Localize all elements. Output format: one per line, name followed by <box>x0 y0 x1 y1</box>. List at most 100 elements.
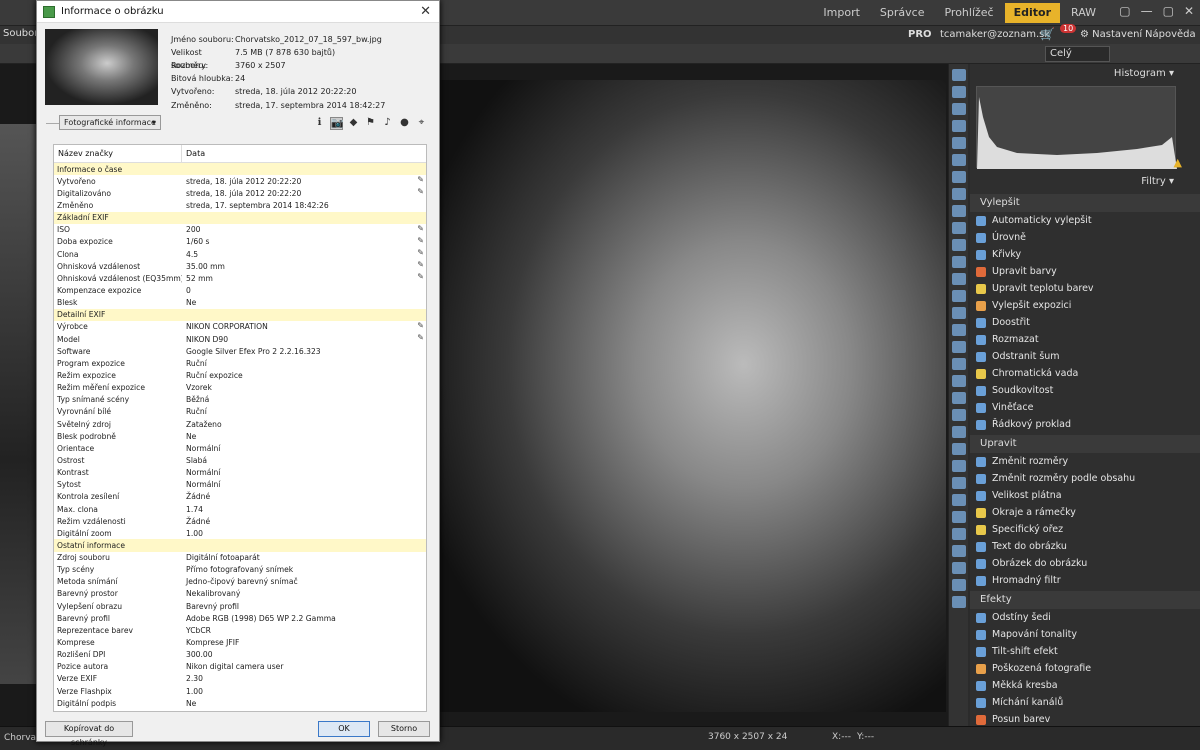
edit-icon[interactable]: ✎ <box>417 248 424 257</box>
sound-icon[interactable]: ♪ <box>381 117 394 130</box>
table-row[interactable]: Digitální zoom 1.00 <box>54 527 426 539</box>
filter-item[interactable]: Text do obrázku <box>970 538 1200 555</box>
tool-icon[interactable] <box>952 562 966 574</box>
table-group-row[interactable]: Ostatní informace <box>54 539 426 552</box>
tool-icon[interactable] <box>952 341 966 353</box>
table-row[interactable]: Kontrast Normální <box>54 467 426 479</box>
table-row[interactable]: Reprezentace barev YCbCR <box>54 624 426 636</box>
col-data[interactable]: Data <box>182 149 205 158</box>
filter-item[interactable]: Viněťace <box>970 399 1200 416</box>
filter-item[interactable]: Mapování tonality <box>970 626 1200 643</box>
table-row[interactable]: Kompenzace expozice 0 <box>54 284 426 296</box>
table-row[interactable]: Verze EXIF 2.30 <box>54 673 426 685</box>
edit-icon[interactable]: ✎ <box>417 224 424 233</box>
tool-icon[interactable] <box>952 86 966 98</box>
section-header[interactable]: Vylepšit <box>970 194 1200 212</box>
filter-item[interactable]: Upravit teplotu barev <box>970 280 1200 297</box>
table-row[interactable]: Sytost Normální <box>54 479 426 491</box>
keyword-icon[interactable]: ⚑ <box>364 117 377 130</box>
tool-icon[interactable] <box>952 460 966 472</box>
tool-icon[interactable] <box>952 409 966 421</box>
table-row[interactable]: Vylepšení obrazu Barevný profil <box>54 600 426 612</box>
filter-item[interactable]: Okraje a rámečky <box>970 504 1200 521</box>
filter-item[interactable]: Míchání kanálů <box>970 694 1200 711</box>
filter-item[interactable]: Úrovně <box>970 229 1200 246</box>
tool-icon[interactable] <box>952 256 966 268</box>
tab-import[interactable]: Import <box>814 3 869 23</box>
table-row[interactable]: Metoda snímání Jedno-čipový barevný sníma… <box>54 576 426 588</box>
filter-item[interactable]: Tilt-shift efekt <box>970 643 1200 660</box>
edit-icon[interactable]: ✎ <box>417 175 424 184</box>
copy-to-clipboard-button[interactable]: Kopírovat do schránky <box>45 721 133 747</box>
col-tag-name[interactable]: Název značky <box>54 145 182 163</box>
edit-icon[interactable]: ✎ <box>417 260 424 269</box>
tool-icon[interactable] <box>952 307 966 319</box>
filter-item[interactable]: Odstíny šedi <box>970 609 1200 626</box>
table-row[interactable]: Režim vzdálenosti Žádné <box>54 515 426 527</box>
filter-item[interactable]: Poškozená fotografie <box>970 660 1200 677</box>
table-row[interactable]: Blesk Ne <box>54 297 426 309</box>
tool-icon[interactable] <box>952 205 966 217</box>
table-row[interactable]: Vytvořeno streda, 18. júla 2012 20:22:20 ✎ <box>54 175 426 187</box>
location-icon[interactable]: ⌖ <box>415 117 428 130</box>
filter-item[interactable]: Chromatická vada <box>970 365 1200 382</box>
table-row[interactable]: Doba expozice 1/60 s ✎ <box>54 236 426 248</box>
tool-icon[interactable] <box>952 477 966 489</box>
table-row[interactable]: Režim měření expozice Vzorek <box>54 382 426 394</box>
tool-icon[interactable] <box>952 494 966 506</box>
table-row[interactable]: Software Google Silver Efex Pro 2 2.2.16.… <box>54 345 426 357</box>
warning-icon[interactable]: ▲ <box>1174 156 1182 169</box>
table-row[interactable]: Kontrola zesílení Žádné <box>54 491 426 503</box>
tool-icon[interactable] <box>952 154 966 166</box>
tab-prohlížeč[interactable]: Prohlížeč <box>935 3 1002 23</box>
table-row[interactable]: Digitalizováno streda, 18. júla 2012 20:2… <box>54 187 426 199</box>
table-row[interactable]: Výrobce NIKON CORPORATION ✎ <box>54 321 426 333</box>
table-row[interactable]: Komprese Komprese JFIF <box>54 636 426 648</box>
table-row[interactable]: Program expozice Ruční <box>54 357 426 369</box>
filter-item[interactable]: Změnit rozměry <box>970 453 1200 470</box>
tool-icon[interactable] <box>952 103 966 115</box>
section-header[interactable]: Upravit <box>970 435 1200 453</box>
table-row[interactable]: Ostrost Slabá <box>54 454 426 466</box>
filter-item[interactable]: Velikost plátna <box>970 487 1200 504</box>
table-row[interactable]: ISO 200 ✎ <box>54 224 426 236</box>
tool-icon[interactable] <box>952 545 966 557</box>
filter-item[interactable]: Hromadný filtr <box>970 572 1200 589</box>
table-row[interactable]: Verze Flashpix 1.00 <box>54 685 426 697</box>
edit-icon[interactable]: ✎ <box>417 272 424 281</box>
tool-icon[interactable] <box>952 392 966 404</box>
close-icon[interactable]: ✕ <box>420 4 431 19</box>
table-row[interactable]: Barevný prostor Nekalibrovaný <box>54 588 426 600</box>
tool-icon[interactable] <box>952 222 966 234</box>
table-group-row[interactable]: Informace o čase <box>54 163 426 176</box>
tool-icon[interactable] <box>952 290 966 302</box>
cart-icon[interactable]: 🛒 <box>1040 27 1055 41</box>
account-email[interactable]: tcamaker@zoznam.sk <box>940 29 1050 40</box>
tool-icon[interactable] <box>952 171 966 183</box>
table-row[interactable]: Rozlišení DPI 300.00 <box>54 649 426 661</box>
tool-icon[interactable] <box>952 443 966 455</box>
table-row[interactable]: Ohnisková vzdálenost 35.00 mm ✎ <box>54 260 426 272</box>
tool-icon[interactable] <box>952 375 966 387</box>
zoom-select[interactable]: Celý <box>1045 46 1110 62</box>
edit-icon[interactable]: ✎ <box>417 333 424 342</box>
tab-raw[interactable]: RAW <box>1062 3 1105 23</box>
filter-item[interactable]: Změnit rozměry podle obsahu <box>970 470 1200 487</box>
tool-icon[interactable] <box>952 273 966 285</box>
tab-správce[interactable]: Správce <box>871 3 934 23</box>
table-row[interactable]: Max. clona 1.74 <box>54 503 426 515</box>
tool-icon[interactable] <box>952 596 966 608</box>
tool-icon[interactable] <box>952 239 966 251</box>
window-control-1[interactable]: — <box>1141 4 1153 18</box>
help-button[interactable]: Nápověda <box>1145 29 1196 40</box>
tool-icon[interactable] <box>952 579 966 591</box>
filter-item[interactable]: Automaticky vylepšit <box>970 212 1200 229</box>
filter-item[interactable]: Obrázek do obrázku <box>970 555 1200 572</box>
info-type-dropdown[interactable]: Fotografické informace ▾ <box>59 115 161 130</box>
menu-soubor[interactable]: Soubor <box>3 28 38 39</box>
filter-item[interactable]: Křivky <box>970 246 1200 263</box>
person-icon[interactable]: ● <box>398 117 411 130</box>
ok-button[interactable]: OK <box>318 721 370 737</box>
edit-icon[interactable]: ✎ <box>417 187 424 196</box>
table-row[interactable]: Barevný profil Adobe RGB (1998) D65 WP 2.… <box>54 612 426 624</box>
